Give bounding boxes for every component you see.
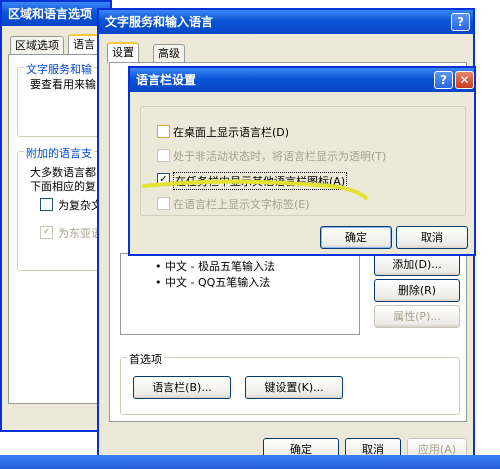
dialog-ok-button[interactable]: 确定 — [320, 226, 392, 249]
tab-settings[interactable]: 设置 — [107, 42, 139, 63]
complex-script-label: 为复杂文 — [58, 199, 102, 212]
button-label: 语言栏(B)... — [152, 381, 212, 394]
list-item-label: 中文 - 极品五笔输入法 — [165, 260, 275, 273]
list-item-label: 中文 - QQ五笔输入法 — [165, 276, 271, 289]
text-labels-checkbox[interactable] — [157, 197, 170, 210]
tab-label: 语言 — [73, 38, 95, 51]
button-label: 取消 — [421, 231, 443, 244]
transparent-checkbox[interactable] — [157, 149, 170, 162]
tab-advanced[interactable]: 高级 — [153, 44, 185, 63]
show-on-desktop-checkbox[interactable] — [157, 125, 170, 138]
help-icon: ? — [457, 15, 464, 29]
transparent-label: 处于非活动状态时，将语言栏显示为透明(T) — [173, 150, 387, 163]
tab-label: 高级 — [158, 47, 180, 60]
taskbar-icons-checkbox[interactable]: ✓ — [157, 173, 170, 186]
complex-script-checkbox[interactable] — [40, 198, 53, 211]
dialog-cancel-button[interactable]: 取消 — [396, 226, 468, 249]
taskbar — [0, 455, 500, 469]
help-button[interactable]: ? — [434, 71, 453, 89]
button-label: 键设置(K)... — [264, 381, 324, 394]
regional-options-titlebar: 区域和语言选项 — [2, 2, 110, 26]
installed-services-list[interactable]: • 中文 - 极品五笔输入法 • 中文 - QQ五笔输入法 — [120, 253, 360, 335]
group-description-line2: 下面相应的复 — [30, 180, 96, 193]
language-bar-settings-dialog: 语言栏设置 ? ✕ 在桌面上显示语言栏(D) 处于非活动状态时，将语言栏显示为透… — [128, 66, 476, 256]
button-label: 添加(D)... — [392, 258, 442, 271]
group-description: 要查看用来输 — [30, 78, 96, 91]
tab-label: 设置 — [112, 46, 134, 59]
add-button[interactable]: 添加(D)... — [374, 253, 460, 276]
language-bar-titlebar: 语言栏设置 — [130, 68, 474, 92]
button-label: 删除(R) — [397, 284, 437, 297]
show-on-desktop-label: 在桌面上显示语言栏(D) — [173, 126, 290, 139]
preferences-title: 首选项 — [127, 351, 164, 367]
text-services-titlebar: 文字服务和输入语言 — [99, 10, 473, 34]
group-title: 文字服务和输 — [24, 61, 94, 77]
language-bar-title: 语言栏设置 — [136, 73, 197, 87]
options-group: 在桌面上显示语言栏(D) 处于非活动状态时，将语言栏显示为透明(T) ✓ 在任务… — [140, 106, 466, 216]
properties-button[interactable]: 属性(P)... — [374, 305, 460, 328]
button-label: 属性(P)... — [393, 310, 441, 323]
preferences-group: 首选项 语言栏(B)... 键设置(K)... — [120, 351, 460, 415]
key-settings-button[interactable]: 键设置(K)... — [245, 376, 343, 399]
button-label: 确定 — [345, 231, 367, 244]
tab-regional-options[interactable]: 区域选项 — [10, 36, 64, 55]
close-icon: ✕ — [459, 73, 470, 87]
taskbar-icons-label: 在任务栏中显示其他语言栏图标(A) — [173, 172, 348, 190]
help-button[interactable]: ? — [451, 13, 470, 31]
help-icon: ? — [440, 73, 447, 87]
regional-options-window: 区域和语言选项 区域选项 语言 文字服务和输 要查看用来输 附加的语言支 大多数… — [0, 0, 127, 432]
group-title: 附加的语言支 — [24, 145, 94, 161]
east-asian-label: 为东亚语 — [58, 227, 102, 240]
close-button[interactable]: ✕ — [455, 71, 474, 89]
text-labels-label: 在语言栏上显示文字标签(E) — [173, 198, 310, 211]
text-services-title: 文字服务和输入语言 — [105, 15, 214, 29]
language-bar-button[interactable]: 语言栏(B)... — [133, 376, 231, 399]
tab-languages[interactable]: 语言 — [68, 34, 100, 55]
list-item[interactable]: • 中文 - 极品五笔输入法 — [155, 258, 275, 274]
regional-options-title: 区域和语言选项 — [8, 7, 93, 21]
list-item[interactable]: • 中文 - QQ五笔输入法 — [155, 274, 270, 290]
remove-button[interactable]: 删除(R) — [374, 279, 460, 302]
tab-label: 区域选项 — [15, 39, 59, 52]
east-asian-checkbox[interactable]: ✓ — [40, 226, 53, 239]
